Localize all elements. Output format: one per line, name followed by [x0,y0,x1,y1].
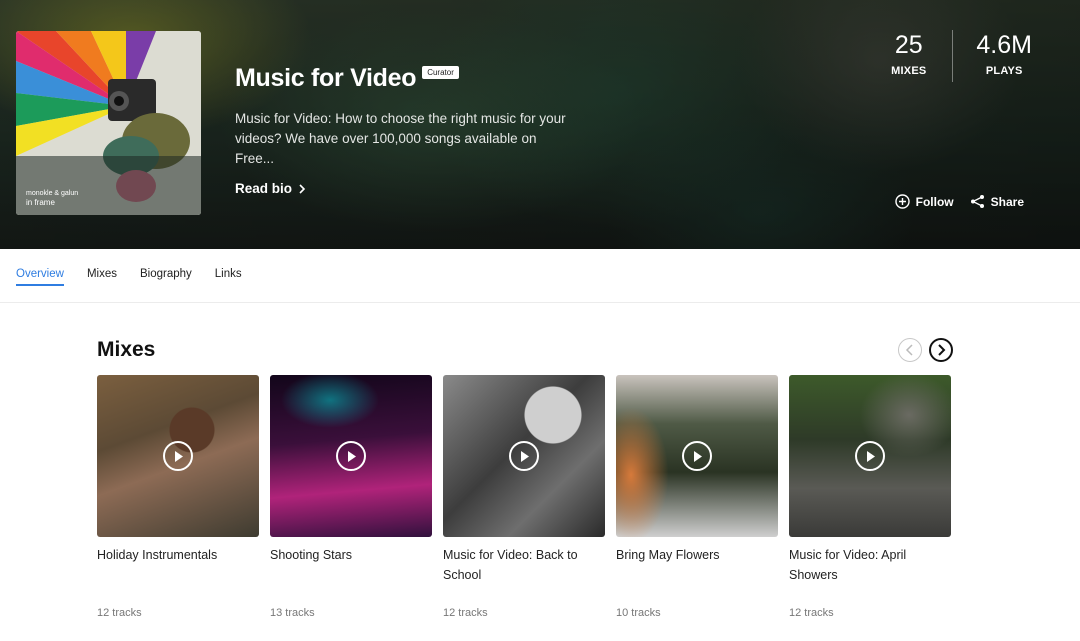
mix-card[interactable]: Shooting Stars 13 tracks [270,375,432,619]
mix-title[interactable]: Shooting Stars [270,545,432,597]
chevron-left-icon [905,344,913,356]
mixes-section-title: Mixes [97,338,156,361]
cover-album: in frame [26,198,55,207]
page-title: Music for Video [235,64,417,92]
mix-thumbnail[interactable] [270,375,432,537]
mix-card[interactable]: Holiday Instrumentals 12 tracks [97,375,259,619]
mix-title[interactable]: Music for Video: April Showers [789,545,951,597]
chevron-right-icon [938,344,946,356]
tab-overview[interactable]: Overview [16,249,64,302]
mix-card[interactable]: Bring May Flowers 10 tracks [616,375,778,619]
carousel-next-button[interactable] [929,338,953,362]
share-icon [970,195,984,208]
mix-track-count: 12 tracks [789,607,834,619]
album-art-image [16,31,201,215]
curator-stats: 25 MIXES 4.6M PLAYS [891,30,1032,82]
play-icon[interactable] [163,441,193,471]
tab-biography[interactable]: Biography [140,249,192,302]
carousel-controls [898,338,953,362]
curator-cover-art: monokle & galun in frame [16,31,201,215]
mix-thumbnail[interactable] [789,375,951,537]
mix-track-count: 12 tracks [443,607,488,619]
stat-value: 25 [894,31,923,59]
stat-label: PLAYS [985,65,1023,77]
plus-circle-icon [894,194,910,209]
mix-thumbnail[interactable] [616,375,778,537]
stat-plays: 4.6M PLAYS [976,30,1032,82]
curator-badge: Curator [422,66,459,79]
mix-title[interactable]: Holiday Instrumentals [97,545,259,597]
mix-track-count: 10 tracks [616,607,661,619]
mix-thumbnail[interactable] [443,375,605,537]
mix-title[interactable]: Music for Video: Back to School [443,545,605,597]
share-button[interactable]: Share [970,194,1024,209]
read-bio-link[interactable]: Read bio [235,181,575,196]
follow-button[interactable]: Follow [894,194,954,209]
play-icon[interactable] [336,441,366,471]
carousel-prev-button[interactable] [898,338,922,362]
mix-card[interactable]: Music for Video: Back to School 12 track… [443,375,605,619]
play-icon[interactable] [682,441,712,471]
mix-track-count: 12 tracks [97,607,142,619]
stat-value: 4.6M [976,31,1032,59]
play-icon[interactable] [509,441,539,471]
play-icon[interactable] [855,441,885,471]
profile-tabs: Overview Mixes Biography Links [0,249,1080,303]
cover-artist: monokle & galun [26,190,79,197]
mix-thumbnail[interactable] [97,375,259,537]
curator-description: Music for Video: How to choose the right… [235,111,566,166]
share-label: Share [990,194,1024,209]
mixes-carousel: Holiday Instrumentals 12 tracks Shooting… [97,375,951,619]
mix-card[interactable]: Music for Video: April Showers 12 tracks [789,375,951,619]
tab-links[interactable]: Links [215,249,242,302]
stat-divider [952,30,954,82]
chevron-right-icon [299,183,306,194]
stat-mixes: 25 MIXES [891,30,926,82]
mix-track-count: 13 tracks [270,607,315,619]
read-bio-label: Read bio [235,181,293,196]
follow-label: Follow [915,194,954,209]
stat-label: MIXES [891,65,927,77]
hero-banner: monokle & galun in frame Music for Video… [0,0,1080,249]
mix-title[interactable]: Bring May Flowers [616,545,778,597]
tab-mixes[interactable]: Mixes [87,249,117,302]
